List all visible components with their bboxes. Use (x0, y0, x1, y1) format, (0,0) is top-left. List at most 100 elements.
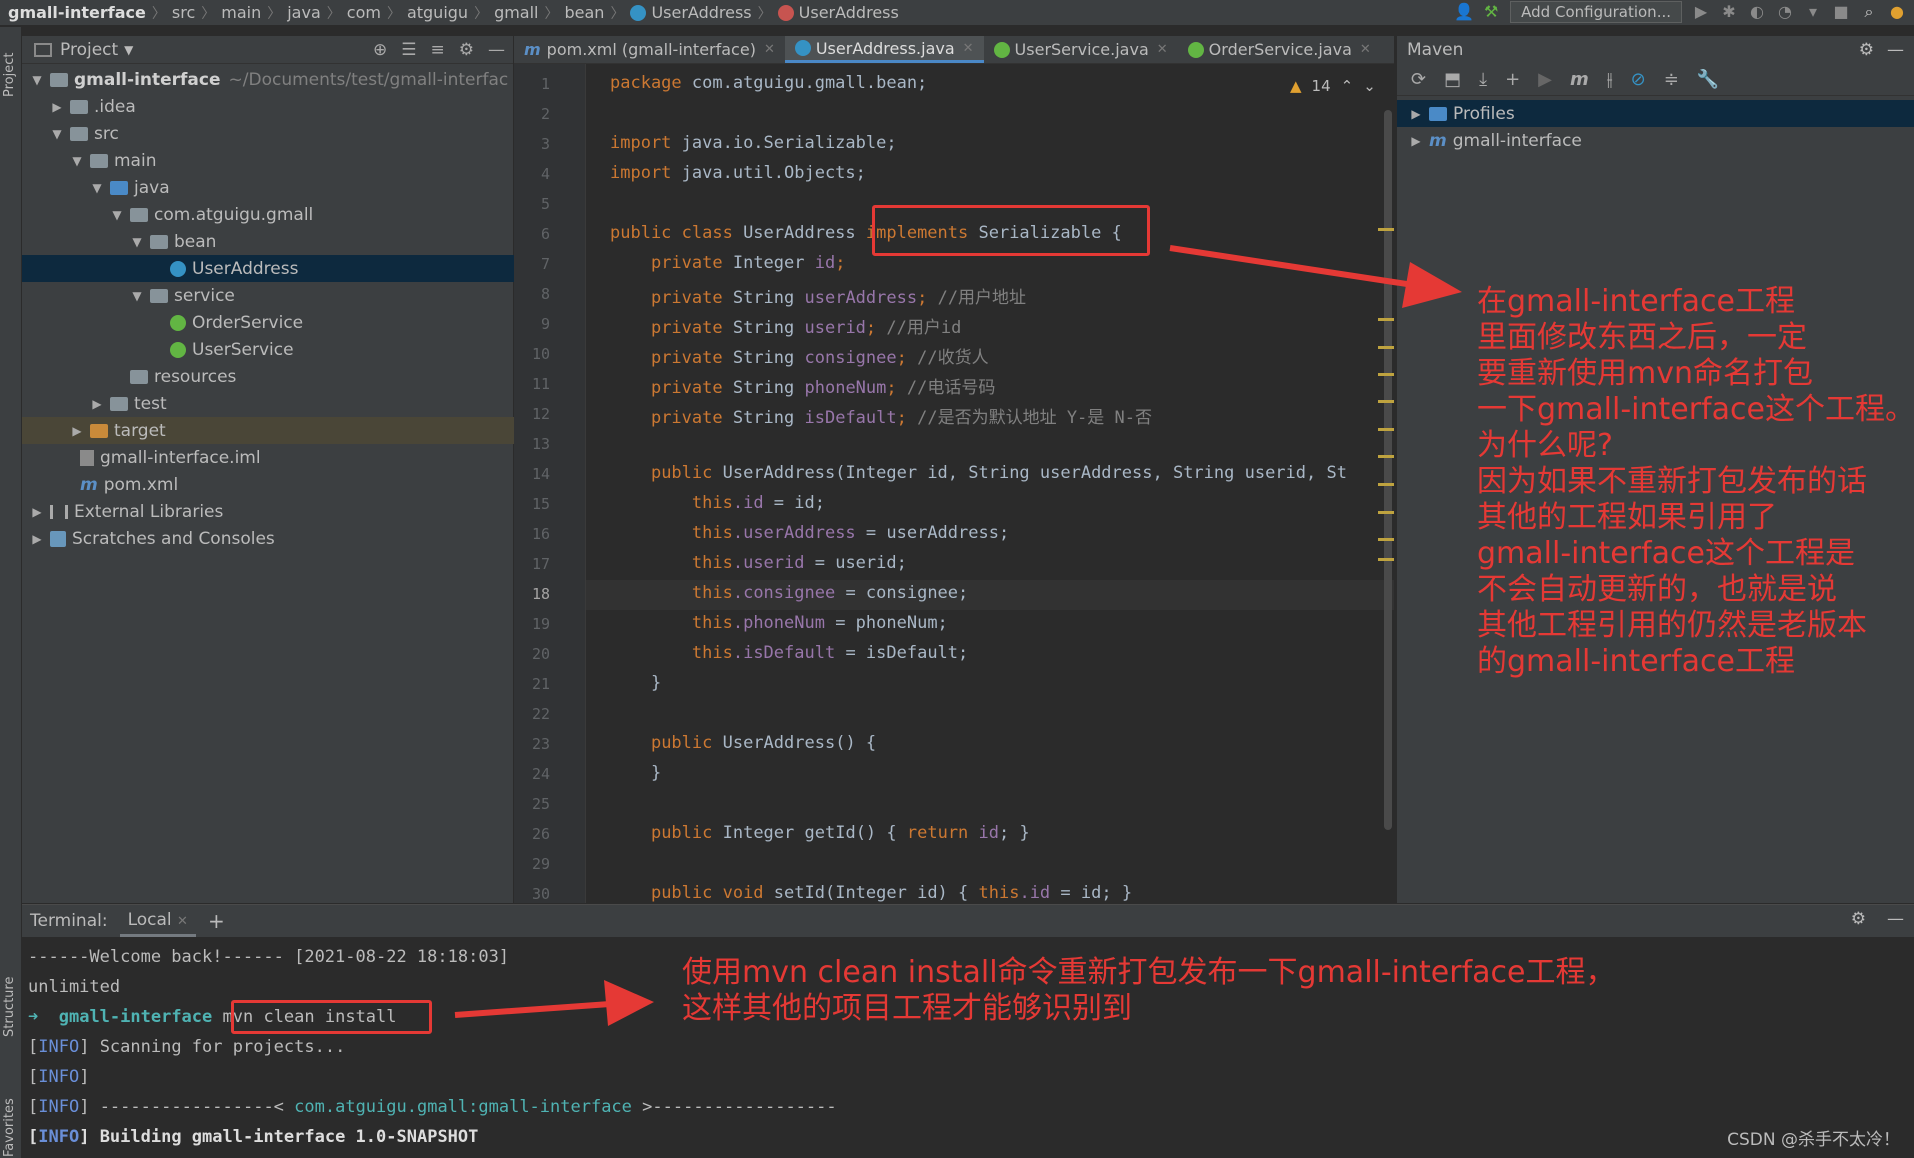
tree-item-package[interactable]: ▼ com.atguigu.gmall (22, 201, 514, 228)
project-tool-window-button[interactable]: Project (2, 53, 17, 97)
chevron-right-icon[interactable]: ▶ (90, 397, 104, 411)
hide-icon[interactable]: — (1887, 40, 1904, 60)
chevron-right-icon[interactable]: ▶ (50, 100, 64, 114)
tab-local[interactable]: Local ✕ (119, 906, 196, 937)
breadcrumb-class-member[interactable]: UserAddress (774, 3, 903, 22)
chevron-right-icon[interactable]: ▶ (1409, 107, 1423, 121)
chevron-right-icon[interactable]: ▶ (30, 505, 44, 519)
warning-marker[interactable] (1378, 373, 1394, 376)
hammer-build-icon[interactable]: ⚒ (1482, 3, 1500, 21)
tree-item-service[interactable]: ▼ service (22, 282, 514, 309)
warning-marker[interactable] (1378, 400, 1394, 403)
close-icon[interactable]: ✕ (963, 41, 974, 56)
warning-marker[interactable] (1378, 511, 1394, 514)
project-panel-title[interactable]: Project (60, 40, 118, 60)
profile-icon[interactable]: ◔ (1776, 3, 1794, 21)
tree-item-test[interactable]: ▶ test (22, 390, 514, 417)
add-icon[interactable]: + (208, 909, 225, 933)
run-icon[interactable]: ▶ (1538, 69, 1552, 90)
add-icon[interactable]: + (1505, 69, 1520, 90)
tree-item-java[interactable]: ▼ java (22, 174, 514, 201)
gear-icon[interactable]: ⚙ (1859, 40, 1874, 60)
stop-icon[interactable]: ■ (1832, 3, 1850, 21)
chevron-right-icon[interactable]: ▶ (30, 532, 44, 546)
collapse-icon[interactable]: ≑ (1664, 69, 1679, 90)
close-icon[interactable]: ✕ (1157, 42, 1168, 57)
maven-goal-icon[interactable]: m (1570, 69, 1589, 90)
locate-icon[interactable]: ⊕ (373, 40, 387, 60)
inspection-widget[interactable]: ▲ 14 ⌃ ⌄ (1290, 77, 1376, 95)
breadcrumb-project[interactable]: gmall-interface (0, 3, 150, 22)
tree-item-userservice[interactable]: UserService (22, 336, 514, 363)
close-icon[interactable]: ✕ (764, 42, 775, 57)
tree-item-target[interactable]: ▶ target (22, 417, 514, 444)
tab-pom-xml[interactable]: m pom.xml (gmall-interface) ✕ (514, 36, 785, 63)
tree-item-orderservice[interactable]: OrderService (22, 309, 514, 336)
chevron-down-icon[interactable]: ⌄ (1363, 77, 1376, 95)
warning-marker[interactable] (1378, 428, 1394, 431)
update-icon[interactable]: ● (1888, 3, 1906, 21)
maven-item-profiles[interactable]: ▶ Profiles (1397, 100, 1914, 127)
skip-tests-icon[interactable]: ⊘ (1631, 69, 1646, 90)
chevron-down-icon[interactable]: ▼ (130, 289, 144, 303)
chevron-down-icon[interactable]: ▼ (50, 127, 64, 141)
close-icon[interactable]: ✕ (177, 914, 188, 929)
chevron-down-icon[interactable]: ▼ (130, 235, 144, 249)
warning-marker[interactable] (1378, 483, 1394, 486)
tab-useraddress[interactable]: UserAddress.java ✕ (784, 36, 984, 63)
warning-marker[interactable] (1378, 346, 1394, 349)
tree-item-iml[interactable]: gmall-interface.iml (22, 444, 514, 471)
tree-item-gmall-interface[interactable]: ▼ gmall-interface ~/Documents/test/gmall-i… (22, 66, 514, 93)
tab-orderservice[interactable]: OrderService.java ✕ (1178, 36, 1381, 63)
favorites-tool-window-button[interactable]: Favorites (2, 1098, 17, 1157)
search-icon[interactable]: ⌕ (1860, 3, 1878, 21)
breadcrumb-java[interactable]: java (283, 3, 325, 22)
chevron-down-icon[interactable]: ▼ (124, 43, 133, 57)
tab-userservice[interactable]: UserService.java ✕ (984, 36, 1178, 63)
tree-item-src[interactable]: ▼ src (22, 120, 514, 147)
gear-icon[interactable]: ⚙ (1851, 909, 1866, 929)
warning-marker[interactable] (1378, 538, 1394, 541)
chevron-up-icon[interactable]: ⌃ (1341, 77, 1354, 95)
breadcrumb-main[interactable]: main (217, 3, 265, 22)
coverage-icon[interactable]: ◐ (1748, 3, 1766, 21)
collapse-all-icon[interactable]: ≡ (431, 40, 445, 60)
maven-item-gmall-interface[interactable]: ▶ m gmall-interface (1397, 127, 1914, 154)
tree-item-pom[interactable]: m pom.xml (22, 471, 514, 498)
close-icon[interactable]: ✕ (1360, 42, 1371, 57)
warning-marker[interactable] (1378, 228, 1394, 231)
tree-item-main[interactable]: ▼ main (22, 147, 514, 174)
more-run-chevron-icon[interactable]: ▾ (1804, 3, 1822, 21)
breadcrumb-class-file[interactable]: UserAddress (626, 3, 755, 22)
add-configuration-button[interactable]: Add Configuration... (1510, 1, 1682, 23)
breadcrumb-src[interactable]: src (168, 3, 199, 22)
chevron-down-icon[interactable]: ▼ (70, 154, 84, 168)
warning-marker[interactable] (1378, 558, 1394, 561)
chevron-down-icon[interactable]: ▼ (90, 181, 104, 195)
breadcrumb-gmall[interactable]: gmall (490, 3, 542, 22)
tree-item-idea[interactable]: ▶ .idea (22, 93, 514, 120)
gear-icon[interactable]: ⚙ (459, 40, 474, 60)
hide-icon[interactable]: — (488, 40, 505, 60)
warning-marker[interactable] (1378, 318, 1394, 321)
user-icon[interactable]: 👤 (1454, 3, 1474, 21)
breadcrumb-atguigu[interactable]: atguigu (403, 3, 472, 22)
chevron-right-icon[interactable]: ▶ (70, 424, 84, 438)
breadcrumb-bean[interactable]: bean (561, 3, 609, 22)
tree-item-scratches[interactable]: ▶ Scratches and Consoles (22, 525, 514, 552)
run-icon[interactable]: ▶ (1692, 3, 1710, 21)
tree-item-external-libraries[interactable]: ▶ External Libraries (22, 498, 514, 525)
tree-item-useraddress[interactable]: UserAddress (22, 255, 514, 282)
warning-marker[interactable] (1378, 455, 1394, 458)
chevron-right-icon[interactable]: ▶ (1409, 134, 1423, 148)
structure-tool-window-button[interactable]: Structure (2, 977, 17, 1037)
expand-all-icon[interactable]: ☰ (401, 40, 416, 60)
code-editor[interactable]: package com.atguigu.gmall.bean; import j… (586, 64, 1394, 903)
tree-item-resources[interactable]: resources (22, 363, 514, 390)
wrench-icon[interactable]: 🔧 (1697, 69, 1719, 90)
reload-icon[interactable]: ⟳ (1411, 69, 1426, 90)
hide-icon[interactable]: — (1887, 909, 1904, 929)
generate-sources-icon[interactable]: ⬒ (1444, 69, 1461, 90)
tree-item-bean[interactable]: ▼ bean (22, 228, 514, 255)
chevron-down-icon[interactable]: ▼ (30, 73, 44, 87)
